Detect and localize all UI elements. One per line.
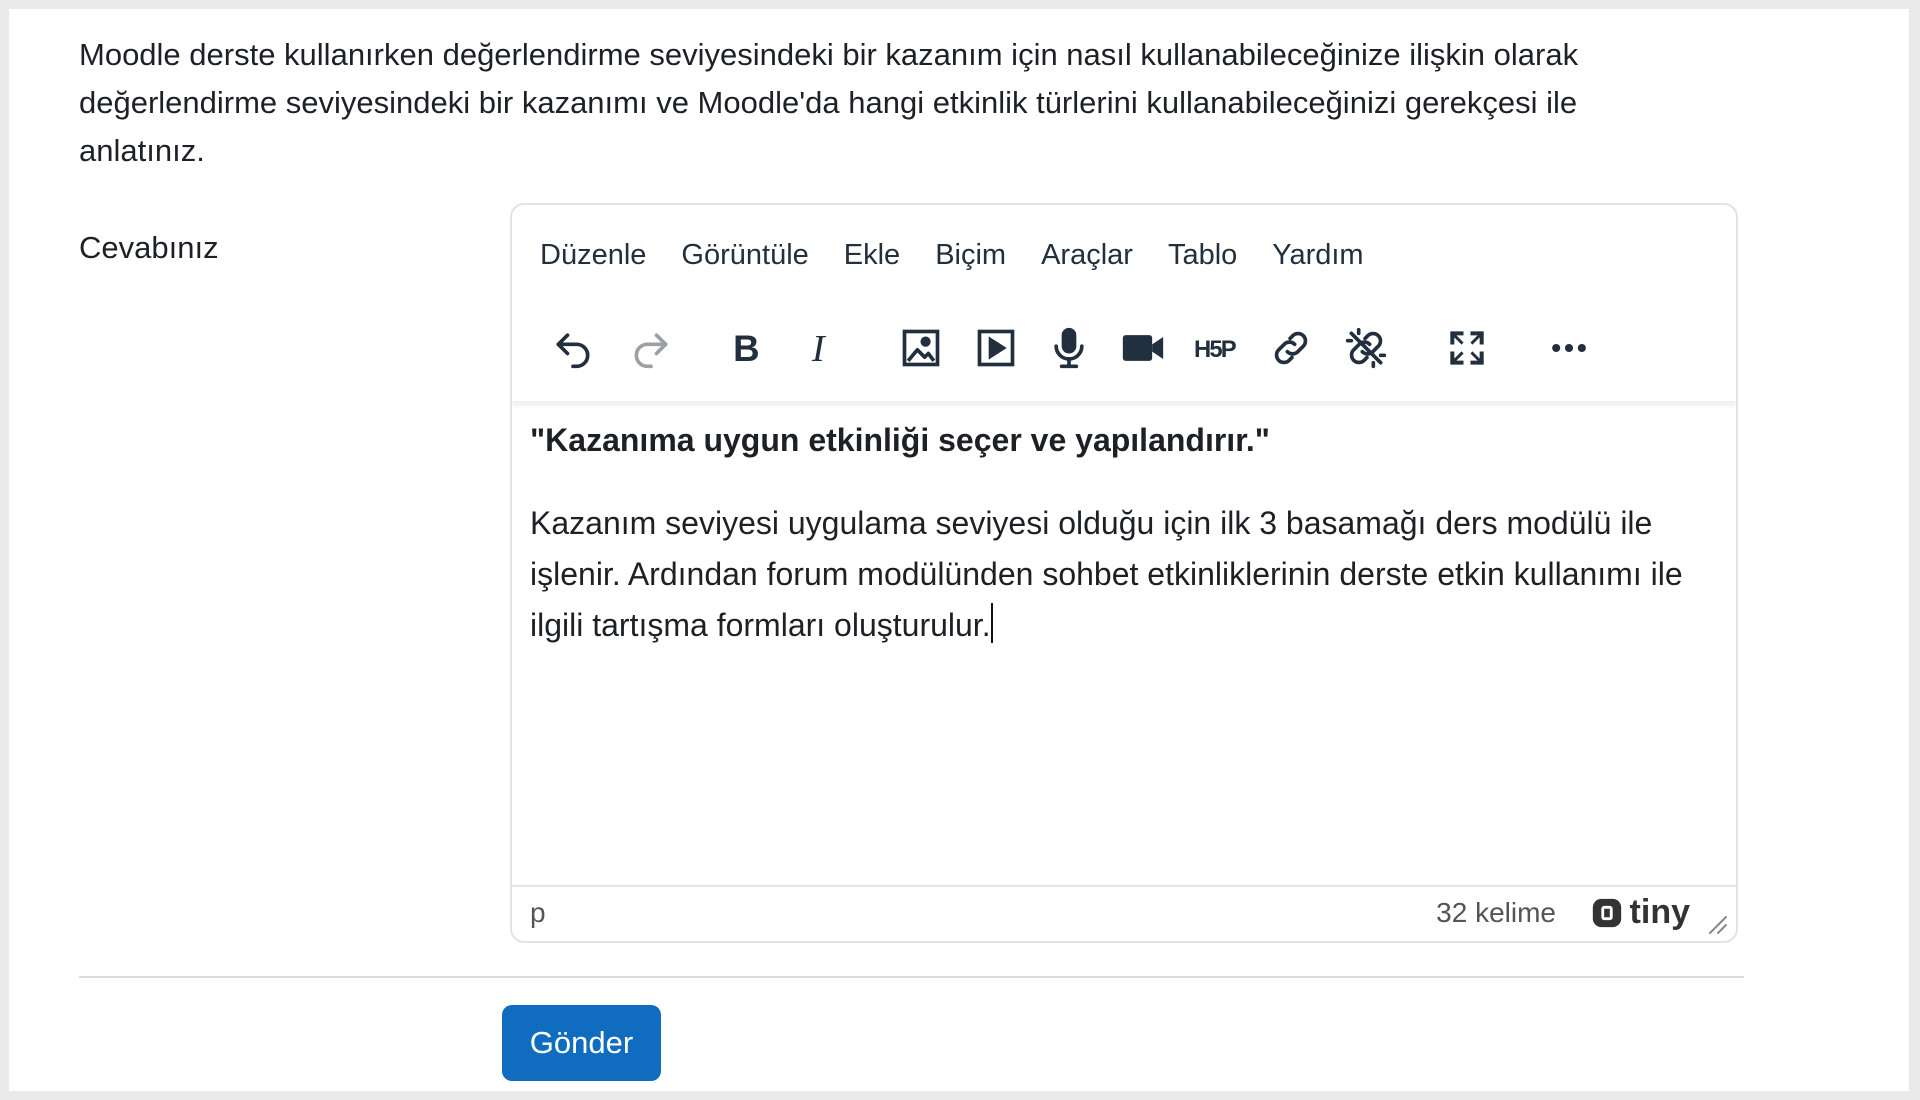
- italic-icon[interactable]: I: [790, 317, 852, 379]
- h5p-icon[interactable]: H5P: [1185, 317, 1247, 379]
- answer-body: Kazanım seviyesi uygulama seviyesi olduğ…: [530, 498, 1720, 651]
- menu-format[interactable]: Biçim: [935, 239, 1006, 272]
- tiny-logo-text: tiny: [1629, 893, 1690, 931]
- tiny-logo[interactable]: tiny: [1590, 893, 1690, 932]
- bold-icon[interactable]: B: [715, 317, 777, 379]
- form-divider: [79, 976, 1744, 978]
- link-icon[interactable]: [1260, 317, 1322, 379]
- menu-help[interactable]: Yardım: [1272, 239, 1363, 272]
- toolbar-separator: [512, 393, 1736, 401]
- svg-text:I: I: [811, 328, 827, 370]
- fullscreen-icon[interactable]: [1436, 317, 1498, 379]
- editor-content-area[interactable]: "Kazanıma uygun etkinliği seçer ve yapıl…: [530, 415, 1720, 651]
- resize-handle-icon[interactable]: [1704, 911, 1728, 935]
- editor-statusbar: p 32 kelime tiny: [512, 885, 1736, 941]
- undo-icon[interactable]: [542, 317, 604, 379]
- menu-view[interactable]: Görüntüle: [681, 239, 808, 272]
- media-icon[interactable]: [965, 317, 1027, 379]
- microphone-icon[interactable]: [1038, 317, 1100, 379]
- image-icon[interactable]: [890, 317, 952, 379]
- menu-tools[interactable]: Araçlar: [1041, 239, 1133, 272]
- menu-insert[interactable]: Ekle: [844, 239, 900, 272]
- element-path[interactable]: p: [530, 897, 546, 929]
- tiny-logo-icon: [1592, 898, 1621, 927]
- question-text: Moodle derste kullanırken değerlendirme …: [79, 37, 1579, 168]
- answer-heading: "Kazanıma uygun etkinliği seçer ve yapıl…: [530, 422, 1270, 458]
- word-count[interactable]: 32 kelime: [1436, 897, 1556, 929]
- redo-icon[interactable]: [620, 317, 682, 379]
- more-icon[interactable]: [1538, 317, 1600, 379]
- text-cursor: [990, 603, 993, 643]
- page-frame: Moodle derste kullanırken değerlendirme …: [9, 9, 1909, 1091]
- rich-text-editor: Düzenle Görüntüle Ekle Biçim Araçlar Tab…: [510, 203, 1738, 943]
- menu-edit[interactable]: Düzenle: [540, 239, 646, 272]
- svg-text:B: B: [733, 328, 759, 369]
- unlink-icon[interactable]: [1335, 317, 1397, 379]
- menu-table[interactable]: Tablo: [1168, 239, 1237, 272]
- submit-button[interactable]: Gönder: [502, 1005, 661, 1081]
- svg-text:H5P: H5P: [1194, 336, 1237, 363]
- editor-toolbar: B I H5P: [512, 313, 1736, 393]
- video-camera-icon[interactable]: [1112, 317, 1174, 379]
- editor-menubar: Düzenle Görüntüle Ekle Biçim Araçlar Tab…: [540, 239, 1399, 272]
- answer-label: Cevabınız: [79, 230, 219, 265]
- answer-body-text: Kazanım seviyesi uygulama seviyesi olduğ…: [530, 505, 1683, 643]
